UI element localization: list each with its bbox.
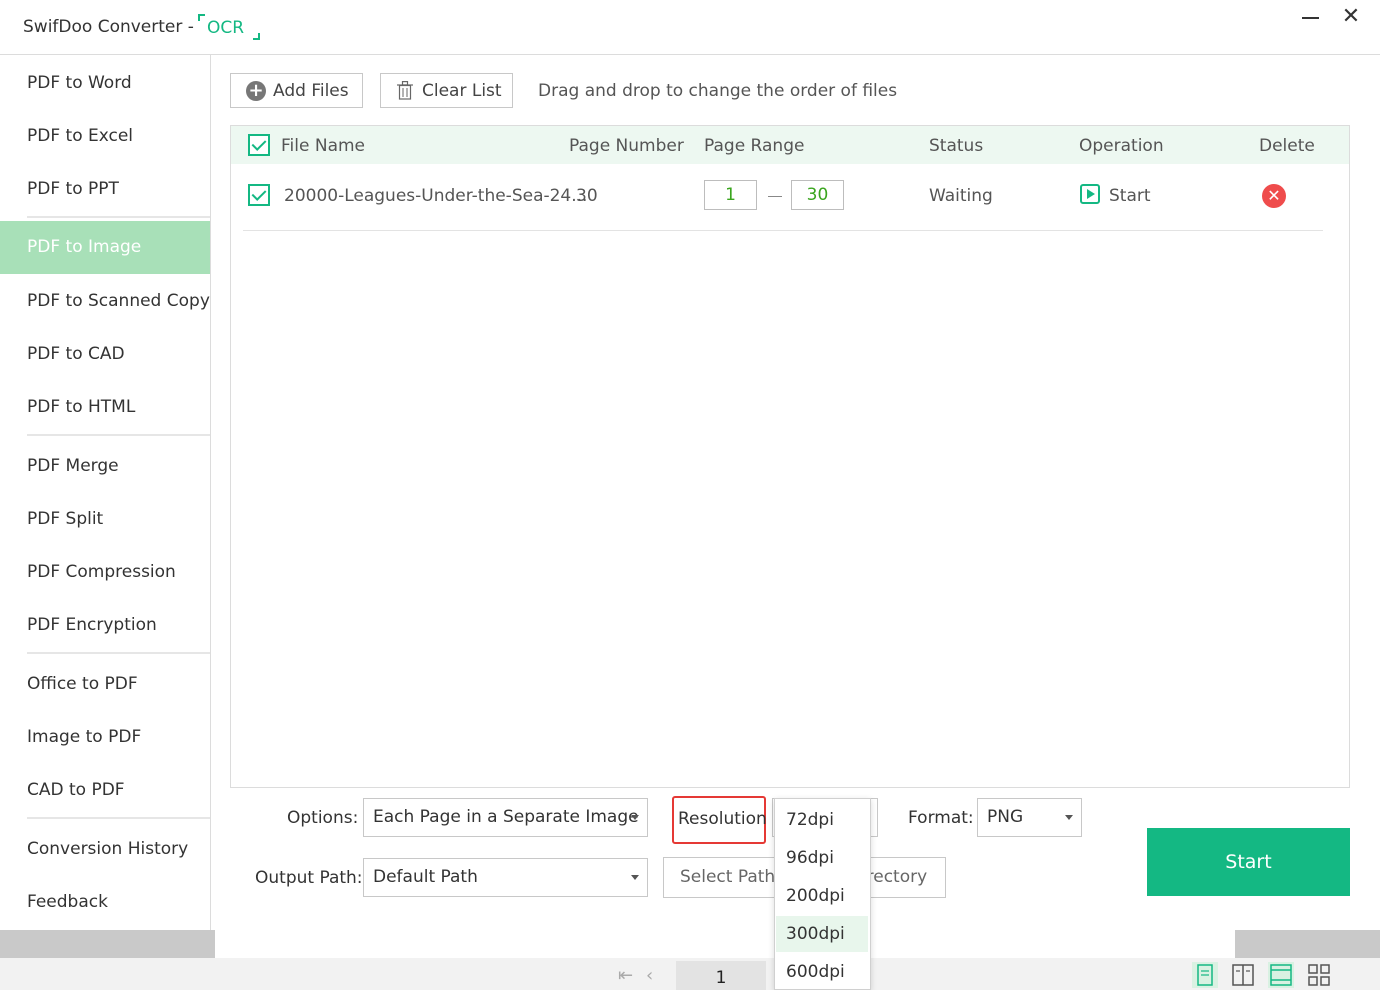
sidebar-item-pdf-to-scanned-copy[interactable]: PDF to Scanned Copy bbox=[0, 275, 210, 328]
title-bar: SwifDoo Converter - OCR ✕ bbox=[0, 0, 1380, 55]
table-header: File Name Page Number Page Range Status … bbox=[231, 126, 1349, 164]
column-header-page-range: Page Range bbox=[704, 136, 805, 156]
drag-hint: Drag and drop to change the order of fil… bbox=[538, 81, 898, 101]
output-path-select[interactable]: Default Path bbox=[363, 858, 648, 897]
table-row[interactable]: 20000-Leagues-Under-the-Sea-24... 30 1 3… bbox=[231, 164, 1349, 232]
resolution-option-300dpi[interactable]: 300dpi bbox=[776, 916, 868, 952]
page-range-to-input[interactable]: 30 bbox=[791, 180, 844, 210]
sidebar-divider bbox=[27, 652, 210, 654]
column-header-status: Status bbox=[929, 136, 984, 156]
row-divider bbox=[243, 230, 1323, 231]
status-bar: ⇤ ‹ 1 bbox=[0, 958, 1380, 990]
column-header-delete: Delete bbox=[1259, 136, 1315, 156]
file-table: File Name Page Number Page Range Status … bbox=[230, 125, 1350, 788]
sidebar-item-pdf-to-word[interactable]: PDF to Word bbox=[0, 57, 210, 110]
previous-page-icon[interactable]: ‹ bbox=[646, 965, 653, 986]
ocr-button[interactable]: OCR bbox=[198, 14, 260, 40]
options-value: Each Page in a Separate Image bbox=[373, 807, 639, 827]
file-name-cell: 20000-Leagues-Under-the-Sea-24... bbox=[284, 186, 588, 206]
page-sheet bbox=[215, 930, 1235, 958]
minimize-button[interactable] bbox=[1300, 6, 1322, 28]
sidebar-item-office-to-pdf[interactable]: Office to PDF bbox=[0, 658, 210, 711]
sidebar-item-cad-to-pdf[interactable]: CAD to PDF bbox=[0, 764, 210, 817]
status-cell: Waiting bbox=[929, 186, 993, 206]
select-path-button[interactable]: Select Path bbox=[663, 857, 775, 898]
row-start-button[interactable]: Start bbox=[1109, 186, 1151, 206]
document-preview-strip bbox=[0, 930, 1380, 958]
clear-list-label: Clear List bbox=[422, 80, 502, 101]
sidebar-item-pdf-merge[interactable]: PDF Merge bbox=[0, 440, 210, 493]
ocr-corner-icon bbox=[253, 33, 260, 40]
options-select[interactable]: Each Page in a Separate Image bbox=[363, 798, 648, 837]
delete-icon[interactable]: ✕ bbox=[1262, 184, 1286, 208]
resolution-option-96dpi[interactable]: 96dpi bbox=[776, 840, 868, 876]
trash-icon bbox=[397, 81, 413, 100]
chevron-down-icon bbox=[1065, 815, 1073, 820]
format-value: PNG bbox=[987, 807, 1024, 827]
grid-view-icon[interactable] bbox=[1306, 962, 1332, 988]
sidebar-item-image-to-pdf[interactable]: Image to PDF bbox=[0, 711, 210, 764]
column-header-file-name: File Name bbox=[281, 136, 366, 156]
sidebar-item-pdf-to-image[interactable]: PDF to Image bbox=[0, 221, 210, 274]
format-label: Format: bbox=[908, 808, 974, 828]
column-header-page-number: Page Number bbox=[569, 136, 684, 156]
start-button[interactable]: Start bbox=[1147, 828, 1350, 896]
sidebar-item-pdf-compression[interactable]: PDF Compression bbox=[0, 546, 210, 599]
row-checkbox[interactable] bbox=[248, 184, 270, 206]
sidebar-item-pdf-to-ppt[interactable]: PDF to PPT bbox=[0, 163, 210, 216]
resolution-option-200dpi[interactable]: 200dpi bbox=[776, 878, 868, 914]
sidebar-divider bbox=[27, 216, 210, 218]
sidebar-item-pdf-split[interactable]: PDF Split bbox=[0, 493, 210, 546]
two-page-view-icon[interactable] bbox=[1230, 962, 1256, 988]
sidebar-item-pdf-to-html[interactable]: PDF to HTML bbox=[0, 381, 210, 434]
ocr-corner-icon bbox=[198, 14, 205, 21]
range-dash bbox=[768, 196, 782, 197]
page-number-cell: 30 bbox=[576, 186, 598, 206]
format-select[interactable]: PNG bbox=[977, 798, 1082, 837]
clear-list-button[interactable]: Clear List bbox=[380, 73, 513, 108]
page-range-from-input[interactable]: 1 bbox=[704, 180, 757, 210]
add-files-button[interactable]: + Add Files bbox=[230, 73, 363, 108]
sidebar: PDF to Word PDF to Excel PDF to PPT PDF … bbox=[0, 55, 211, 930]
ocr-label: OCR bbox=[207, 18, 245, 38]
resolution-option-600dpi[interactable]: 600dpi bbox=[776, 954, 868, 990]
column-header-operation: Operation bbox=[1079, 136, 1164, 156]
single-page-view-icon[interactable] bbox=[1192, 962, 1218, 988]
first-page-icon[interactable]: ⇤ bbox=[618, 965, 633, 986]
sidebar-divider bbox=[27, 434, 210, 436]
sidebar-item-conversion-history[interactable]: Conversion History bbox=[0, 823, 210, 876]
resolution-label: Resolution bbox=[672, 796, 767, 844]
output-path-label: Output Path: bbox=[255, 868, 363, 888]
current-page-field[interactable]: 1 bbox=[676, 961, 766, 990]
sidebar-item-pdf-encryption[interactable]: PDF Encryption bbox=[0, 599, 210, 652]
sidebar-item-pdf-to-cad[interactable]: PDF to CAD bbox=[0, 328, 210, 381]
close-button[interactable]: ✕ bbox=[1340, 6, 1362, 28]
resolution-option-72dpi[interactable]: 72dpi bbox=[776, 802, 868, 838]
chevron-down-icon bbox=[631, 875, 639, 880]
plus-icon: + bbox=[246, 80, 266, 101]
output-path-value: Default Path bbox=[373, 867, 478, 887]
sidebar-divider bbox=[27, 817, 210, 819]
add-files-label: Add Files bbox=[273, 80, 349, 101]
continuous-view-icon[interactable] bbox=[1268, 962, 1294, 988]
options-label: Options: bbox=[287, 808, 359, 828]
sidebar-item-pdf-to-excel[interactable]: PDF to Excel bbox=[0, 110, 210, 163]
resolution-dropdown: 72dpi 96dpi 200dpi 300dpi 600dpi bbox=[774, 798, 871, 990]
play-icon[interactable] bbox=[1080, 184, 1100, 204]
app-title: SwifDoo Converter - bbox=[23, 17, 194, 37]
select-all-checkbox[interactable] bbox=[248, 134, 270, 156]
chevron-down-icon bbox=[631, 815, 639, 820]
sidebar-item-feedback[interactable]: Feedback bbox=[0, 876, 210, 929]
